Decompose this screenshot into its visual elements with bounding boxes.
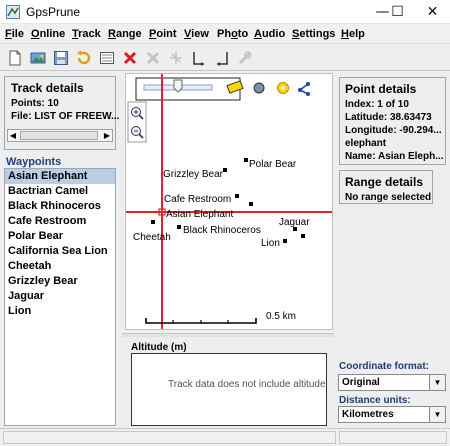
altitude-profile-panel: Track data does not include altitude	[131, 353, 327, 426]
point-longitude: Longitude: -90.294...	[345, 125, 442, 136]
globe-icon[interactable]	[253, 82, 265, 94]
edit-point-icon[interactable]	[96, 47, 118, 69]
waypoints-list[interactable]: Asian Elephant Bactrian Camel Black Rhin…	[4, 168, 116, 426]
track-details-title: Track details	[11, 81, 84, 95]
track-file-name: File: LIST OF FREEW...	[11, 111, 120, 122]
connect-icon	[234, 47, 256, 69]
point-description: elephant	[345, 138, 387, 149]
chevron-down-icon[interactable]: ▼	[429, 407, 445, 422]
undo-icon[interactable]	[73, 47, 95, 69]
open-photo-icon[interactable]	[27, 47, 49, 69]
menu-file[interactable]: File	[5, 28, 24, 40]
menu-point[interactable]: Point	[149, 28, 177, 40]
menu-audio[interactable]: Audio	[254, 28, 285, 40]
close-button[interactable]: ✕	[415, 0, 450, 24]
waypoint-item[interactable]: Asian Elephant	[5, 169, 115, 184]
coordinate-format-select[interactable]: Original ▼	[338, 374, 446, 391]
waypoint-marker[interactable]	[223, 168, 227, 172]
status-bar-cell	[339, 431, 447, 444]
waypoints-title: Waypoints	[6, 156, 62, 168]
gpsprune-app-icon	[6, 5, 20, 19]
window-title: GpsPrune	[26, 5, 81, 19]
delete-point-icon[interactable]	[119, 47, 141, 69]
map-label-lion: Lion	[261, 238, 280, 249]
scroll-left-icon[interactable]: ◀	[8, 130, 18, 141]
waypoint-item[interactable]: Polar Bear	[5, 229, 115, 244]
map-label-cafe-restroom: Cafe Restroom	[164, 194, 231, 205]
menu-settings[interactable]: Settings	[292, 28, 335, 40]
altitude-message: Track data does not include altitude	[168, 379, 326, 390]
delete-range-icon	[142, 47, 164, 69]
map-canvas[interactable]: Polar Bear Grizzley Bear Cafe Restroom A…	[126, 74, 333, 330]
map-label-grizzley-bear: Grizzley Bear	[163, 169, 224, 180]
waypoint-marker[interactable]	[235, 194, 239, 198]
status-bar-cell	[3, 431, 336, 444]
map-label-cheetah: Cheetah	[133, 232, 171, 243]
range-details-title: Range details	[345, 175, 424, 189]
point-details-panel: Point details Index: 1 of 10 Latitude: 3…	[339, 77, 446, 165]
waypoint-item[interactable]: Lion	[5, 304, 115, 319]
waypoint-item[interactable]: Grizzley Bear	[5, 274, 115, 289]
track-points-count: Points: 10	[11, 98, 59, 109]
maximize-button[interactable]: ☐	[375, 0, 420, 24]
scrollbar-thumb[interactable]	[20, 131, 98, 140]
menu-range[interactable]: Range	[108, 28, 142, 40]
set-range-start-icon[interactable]	[188, 47, 210, 69]
coordinate-format-value: Original	[342, 377, 380, 388]
scroll-right-icon[interactable]: ▶	[102, 130, 112, 141]
map-label-black-rhinoceros: Black Rhinoceros	[183, 225, 261, 236]
range-details-panel: Range details No range selected	[339, 170, 433, 204]
range-status: No range selected	[345, 192, 432, 203]
waypoint-item[interactable]: Bactrian Camel	[5, 184, 115, 199]
crop-icon	[165, 47, 187, 69]
distance-units-select[interactable]: Kilometres ▼	[338, 406, 446, 423]
distance-units-value: Kilometres	[342, 409, 394, 420]
menu-online[interactable]: Online	[31, 28, 65, 40]
set-range-end-icon[interactable]	[211, 47, 233, 69]
waypoint-marker[interactable]	[249, 202, 253, 206]
waypoint-marker[interactable]	[177, 225, 181, 229]
waypoint-item[interactable]: Jaguar	[5, 289, 115, 304]
waypoint-marker[interactable]	[151, 220, 155, 224]
waypoint-toggle-icon[interactable]	[277, 82, 289, 94]
chevron-down-icon[interactable]: ▼	[429, 375, 445, 390]
scale-bar-label: 0.5 km	[266, 311, 296, 322]
track-details-panel: Track details Points: 10 File: LIST OF F…	[4, 76, 120, 150]
menu-photo[interactable]: Photo	[217, 28, 248, 40]
menu-view[interactable]: View	[184, 28, 209, 40]
waypoint-marker[interactable]	[301, 234, 305, 238]
share-icon[interactable]	[298, 82, 310, 96]
coordinate-format-label: Coordinate format:	[339, 361, 429, 372]
map-altitude-splitter[interactable]	[122, 333, 334, 337]
point-latitude: Latitude: 38.63473	[345, 112, 432, 123]
title-bar: GpsPrune — ☐ ✕	[0, 0, 450, 24]
map-label-polar-bear: Polar Bear	[249, 159, 297, 170]
waypoint-item[interactable]: California Sea Lion	[5, 244, 115, 259]
map-view[interactable]: Polar Bear Grizzley Bear Cafe Restroom A…	[125, 73, 333, 330]
map-label-asian-elephant: Asian Elephant	[166, 209, 233, 220]
toolbar	[0, 44, 450, 71]
menu-bar: File Online Track Range Point View Photo…	[0, 24, 450, 44]
new-file-icon[interactable]	[4, 47, 26, 69]
waypoint-marker[interactable]	[244, 158, 248, 162]
track-file-scrollbar[interactable]: ◀ ▶	[7, 129, 113, 142]
distance-units-label: Distance units:	[339, 395, 411, 406]
status-bar	[0, 428, 450, 446]
waypoint-item[interactable]: Black Rhinoceros	[5, 199, 115, 214]
altitude-title: Altitude (m)	[131, 342, 187, 353]
point-name: Name: Asian Eleph...	[345, 151, 444, 162]
waypoint-item[interactable]: Cheetah	[5, 259, 115, 274]
point-index: Index: 1 of 10	[345, 99, 409, 110]
waypoint-marker[interactable]	[283, 239, 287, 243]
map-label-jaguar: Jaguar	[279, 217, 310, 228]
waypoint-item[interactable]: Cafe Restroom	[5, 214, 115, 229]
point-details-title: Point details	[345, 82, 417, 96]
save-icon[interactable]	[50, 47, 72, 69]
menu-track[interactable]: Track	[72, 28, 101, 40]
menu-help[interactable]: Help	[341, 28, 365, 40]
